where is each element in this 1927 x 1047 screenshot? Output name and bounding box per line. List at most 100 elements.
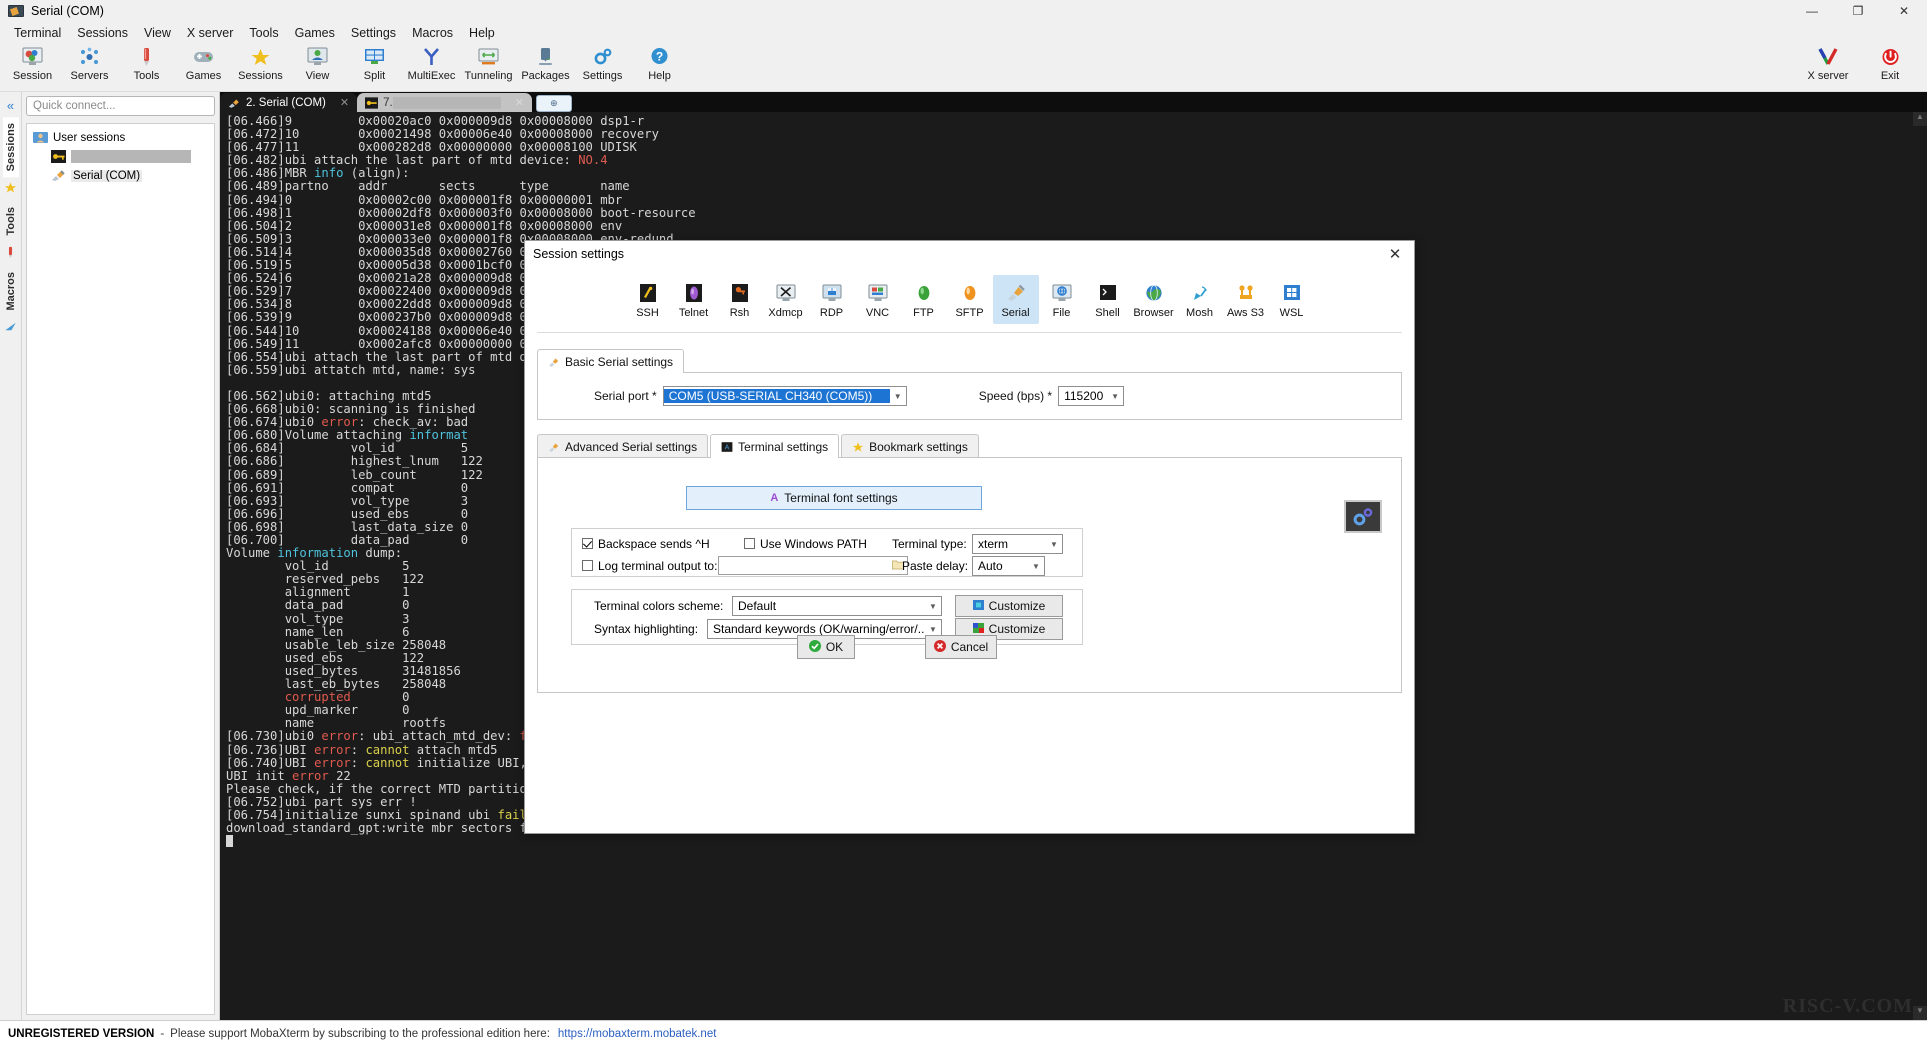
menu-terminal[interactable]: Terminal bbox=[6, 24, 69, 42]
tree-item-redacted-session[interactable] bbox=[27, 147, 214, 166]
terminal-tab-serial-com[interactable]: 2. Serial (COM) ✕ bbox=[220, 93, 357, 112]
terminal-tab-ssh-redacted[interactable]: 7. ✕ bbox=[357, 93, 532, 112]
close-icon[interactable]: ✕ bbox=[515, 96, 524, 109]
session-type-aws-s3[interactable]: Aws S3 bbox=[1223, 275, 1269, 324]
toolbar-settings-button[interactable]: Settings bbox=[574, 43, 631, 82]
session-type-serial[interactable]: Serial bbox=[993, 275, 1039, 324]
collapse-panel-icon[interactable]: « bbox=[7, 98, 14, 113]
paste-delay-select[interactable]: Auto ▼ bbox=[972, 556, 1045, 576]
toolbar-tools-button[interactable]: Tools bbox=[118, 43, 175, 82]
terminal-scrollbar[interactable]: ▲ ▼ bbox=[1913, 112, 1927, 1020]
strip-tab-macros[interactable]: Macros bbox=[3, 266, 19, 317]
toolbar-help-button[interactable]: ? Help bbox=[631, 43, 688, 82]
log-output-checkbox[interactable]: Log terminal output to: bbox=[582, 559, 717, 573]
session-type-wsl[interactable]: WSL bbox=[1269, 275, 1315, 324]
menu-macros[interactable]: Macros bbox=[404, 24, 461, 42]
session-type-shell[interactable]: Shell bbox=[1085, 275, 1131, 324]
toolbar-split-button[interactable]: Split bbox=[346, 43, 403, 82]
ok-button[interactable]: OK bbox=[797, 635, 855, 659]
session-type-mosh[interactable]: Mosh bbox=[1177, 275, 1223, 324]
backspace-checkbox[interactable]: Backspace sends ^H bbox=[582, 537, 710, 551]
session-type-sftp[interactable]: SFTP bbox=[947, 275, 993, 324]
scroll-up-arrow[interactable]: ▲ bbox=[1913, 112, 1927, 126]
session-type-label-browser: Browser bbox=[1133, 307, 1173, 319]
toolbar-games-button[interactable]: Games bbox=[175, 43, 232, 82]
toolbar-servers-button[interactable]: Servers bbox=[61, 43, 118, 82]
menu-sessions[interactable]: Sessions bbox=[69, 24, 136, 42]
chevron-down-icon[interactable]: ▼ bbox=[925, 602, 941, 611]
quick-connect-input[interactable]: Quick connect... bbox=[26, 96, 215, 116]
dialog-close-icon[interactable]: ✕ bbox=[1384, 245, 1406, 263]
tree-item-serial-com[interactable]: Serial (COM) bbox=[27, 166, 214, 185]
toolbar-view-button[interactable]: View bbox=[289, 43, 346, 82]
menu-games[interactable]: Games bbox=[287, 24, 343, 42]
windows-path-checkbox[interactable]: Use Windows PATH bbox=[744, 537, 867, 551]
backspace-label: Backspace sends ^H bbox=[598, 537, 710, 551]
strip-tab-sessions[interactable]: Sessions bbox=[3, 117, 19, 177]
toolbar-tunneling-button[interactable]: Tunneling bbox=[460, 43, 517, 82]
toolbar-xserver-button[interactable]: X server bbox=[1797, 43, 1859, 82]
chevron-down-icon[interactable]: ▼ bbox=[1107, 392, 1123, 401]
toolbar-exit-button[interactable]: Exit bbox=[1859, 43, 1921, 82]
toolbar-multiexec-button[interactable]: MultiExec bbox=[403, 43, 460, 82]
session-type-file[interactable]: File bbox=[1039, 275, 1085, 324]
tab-bookmark-settings[interactable]: Bookmark settings bbox=[841, 434, 979, 458]
tab-basic-serial-settings[interactable]: Basic Serial settings bbox=[537, 349, 684, 373]
session-type-ftp[interactable]: FTP bbox=[901, 275, 947, 324]
unregistered-badge: UNREGISTERED VERSION bbox=[8, 1028, 154, 1040]
session-type-rsh[interactable]: Rsh bbox=[717, 275, 763, 324]
close-icon[interactable]: ✕ bbox=[340, 96, 349, 109]
chevron-down-icon[interactable]: ▼ bbox=[1046, 540, 1062, 549]
menu-help[interactable]: Help bbox=[461, 24, 503, 42]
strip-tab-tools[interactable]: Tools bbox=[3, 201, 19, 242]
telnet-icon bbox=[683, 282, 705, 304]
menu-xserver[interactable]: X server bbox=[179, 24, 242, 42]
mobaxterm-link[interactable]: https://mobaxterm.mobatek.net bbox=[558, 1028, 717, 1040]
tree-label-user-sessions: User sessions bbox=[53, 132, 125, 144]
speed-select[interactable]: 115200 ▼ bbox=[1058, 386, 1124, 406]
tree-item-user-sessions[interactable]: User sessions bbox=[27, 128, 214, 147]
checkbox-box bbox=[582, 560, 593, 571]
tab-advanced-serial-settings[interactable]: Advanced Serial settings bbox=[537, 434, 708, 458]
chevron-down-icon[interactable]: ▼ bbox=[925, 625, 941, 634]
scroll-down-arrow[interactable]: ▼ bbox=[1913, 1006, 1927, 1020]
session-type-xdmcp[interactable]: Xdmcp bbox=[763, 275, 809, 324]
terminal-tab-label: 2. Serial (COM) bbox=[246, 97, 326, 109]
gears-icon[interactable] bbox=[1344, 500, 1382, 533]
toolbar-sessions-button[interactable]: Sessions bbox=[232, 43, 289, 82]
chevron-down-icon[interactable]: ▼ bbox=[1028, 562, 1044, 571]
toolbar-tunneling-label: Tunneling bbox=[465, 70, 513, 82]
session-type-ssh[interactable]: SSH bbox=[625, 275, 671, 324]
serial-port-select[interactable]: COM5 (USB-SERIAL CH340 (COM5)) ▼ bbox=[663, 386, 907, 406]
tab-bookmark-settings-label: Bookmark settings bbox=[869, 440, 968, 454]
tab-terminal-settings[interactable]: A Terminal settings bbox=[710, 434, 839, 458]
status-dash: - bbox=[160, 1028, 164, 1040]
maximize-button[interactable]: ❐ bbox=[1835, 0, 1881, 22]
log-output-path-input[interactable] bbox=[718, 556, 908, 575]
terminal-type-select[interactable]: xterm ▼ bbox=[972, 534, 1063, 554]
new-tab-button[interactable]: ⊕ bbox=[536, 95, 572, 112]
colors-scheme-select[interactable]: Default ▼ bbox=[732, 596, 942, 616]
minimize-button[interactable]: — bbox=[1789, 0, 1835, 22]
close-button[interactable]: ✕ bbox=[1881, 0, 1927, 22]
chevron-down-icon[interactable]: ▼ bbox=[890, 392, 906, 401]
dialog-header: Session settings ✕ bbox=[525, 241, 1414, 267]
speed-label: Speed (bps) * bbox=[979, 389, 1052, 403]
colors-customize-button[interactable]: Customize bbox=[955, 595, 1063, 617]
sessions-side-panel: Quick connect... User sessions Serial (C… bbox=[22, 92, 220, 1020]
cancel-button[interactable]: Cancel bbox=[925, 635, 997, 659]
session-type-rdp[interactable]: RDP bbox=[809, 275, 855, 324]
colors-scheme-label: Terminal colors scheme: bbox=[594, 599, 723, 613]
terminal-font-settings-button[interactable]: A Terminal font settings bbox=[686, 486, 982, 510]
menu-view[interactable]: View bbox=[136, 24, 179, 42]
help-icon: ? bbox=[649, 46, 670, 68]
menu-tools[interactable]: Tools bbox=[241, 24, 286, 42]
session-type-telnet[interactable]: Telnet bbox=[671, 275, 717, 324]
toolbar-packages-button[interactable]: Packages bbox=[517, 43, 574, 82]
menu-settings[interactable]: Settings bbox=[343, 24, 404, 42]
toolbar-session-button[interactable]: Session bbox=[4, 43, 61, 82]
session-type-browser[interactable]: Browser bbox=[1131, 275, 1177, 324]
session-type-vnc[interactable]: VNC bbox=[855, 275, 901, 324]
syntax-highlighting-label: Syntax highlighting: bbox=[594, 622, 698, 636]
tools-icon bbox=[4, 246, 17, 262]
